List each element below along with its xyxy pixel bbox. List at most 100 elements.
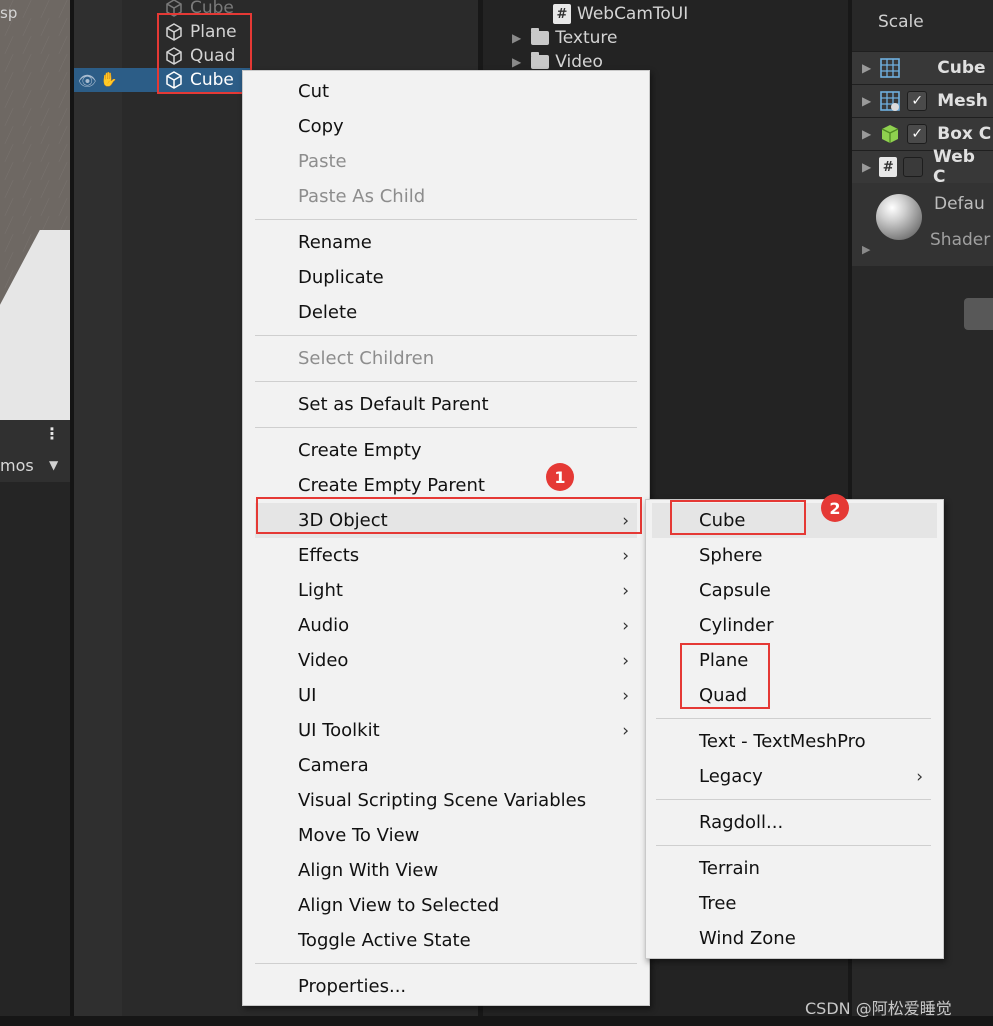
menu-item-create-empty[interactable]: Create Empty — [243, 433, 649, 468]
chevron-right-icon: › — [622, 650, 629, 671]
annotation-box-plane-quad — [680, 643, 770, 709]
component-enabled-checkbox[interactable]: ✓ — [907, 124, 928, 144]
chevron-right-icon: › — [622, 720, 629, 741]
menu-item-delete[interactable]: Delete — [243, 295, 649, 330]
csharp-script-icon: # — [553, 4, 571, 24]
caret-down-icon[interactable]: ▼ — [49, 458, 58, 472]
menu-item-ui[interactable]: UI › — [243, 678, 649, 713]
expand-arrow-icon[interactable]: ▶ — [862, 94, 871, 108]
menu-item-align-view-to-selected[interactable]: Align View to Selected — [243, 888, 649, 923]
menu-separator — [255, 219, 637, 220]
material-name: Defau — [934, 194, 985, 214]
gizmos-dropdown-label[interactable]: mos — [0, 456, 34, 475]
menu-item-label: Paste — [298, 151, 347, 172]
menu-item-audio[interactable]: Audio › — [243, 608, 649, 643]
chevron-right-icon: › — [916, 766, 923, 787]
menu-item-label: Select Children — [298, 348, 435, 369]
menu-item-cut[interactable]: Cut — [243, 74, 649, 109]
submenu-item-tree[interactable]: Tree — [646, 886, 943, 921]
menu-item-label: UI Toolkit — [298, 720, 380, 741]
menu-separator — [656, 845, 931, 846]
menu-item-video[interactable]: Video › — [243, 643, 649, 678]
submenu-item-terrain[interactable]: Terrain — [646, 851, 943, 886]
menu-item-duplicate[interactable]: Duplicate — [243, 260, 649, 295]
menu-item-paste-as-child: Paste As Child — [243, 179, 649, 214]
component-header[interactable]: ▶ ✓ Box C — [852, 117, 993, 150]
project-item-label: WebCamToUI — [577, 4, 689, 24]
component-header[interactable]: ▶ ✓ Mesh — [852, 84, 993, 117]
expand-arrow-icon[interactable]: ▶ — [512, 55, 521, 69]
component-label: Cube — [937, 58, 986, 78]
submenu-item-legacy[interactable]: Legacy › — [646, 759, 943, 794]
menu-item-label: Legacy — [699, 766, 763, 787]
csharp-script-icon: # — [879, 157, 898, 177]
menu-item-set-default-parent[interactable]: Set as Default Parent — [243, 387, 649, 422]
expand-arrow-icon[interactable]: ▶ — [862, 160, 871, 174]
pick-hand-icon[interactable]: ✋ — [100, 72, 117, 88]
submenu-item-wind-zone[interactable]: Wind Zone — [646, 921, 943, 956]
menu-item-camera[interactable]: Camera — [243, 748, 649, 783]
component-label: Mesh — [937, 91, 988, 111]
submenu-item-text-textmeshpro[interactable]: Text - TextMeshPro — [646, 724, 943, 759]
add-component-button[interactable] — [964, 298, 993, 330]
menu-item-label: Duplicate — [298, 267, 384, 288]
menu-item-light[interactable]: Light › — [243, 573, 649, 608]
menu-item-label: Text - TextMeshPro — [699, 731, 866, 752]
mesh-renderer-icon — [880, 91, 901, 111]
component-header[interactable]: ▶ Cube — [852, 51, 993, 84]
scene-title: sp — [0, 4, 18, 22]
submenu-item-capsule[interactable]: Capsule — [646, 573, 943, 608]
menu-item-label: Sphere — [699, 545, 763, 566]
scene-view[interactable] — [0, 0, 70, 420]
menu-item-toggle-active-state[interactable]: Toggle Active State — [243, 923, 649, 958]
submenu-3d-object: Cube Sphere Capsule Cylinder Plane Quad … — [645, 499, 944, 959]
expand-arrow-icon[interactable]: ▶ — [862, 61, 871, 75]
menu-item-ui-toolkit[interactable]: UI Toolkit › — [243, 713, 649, 748]
hierarchy-visibility-column — [74, 0, 122, 1026]
menu-item-copy[interactable]: Copy — [243, 109, 649, 144]
box-collider-icon — [881, 125, 899, 143]
expand-arrow-icon[interactable]: ▶ — [862, 127, 871, 141]
menu-item-label: Camera — [298, 755, 369, 776]
project-item[interactable]: ▶ Texture — [512, 26, 617, 50]
expand-arrow-icon[interactable]: ▶ — [512, 31, 521, 45]
menu-item-properties[interactable]: Properties... — [243, 969, 649, 1004]
scene-lower-panel — [0, 482, 70, 1026]
menu-item-move-to-view[interactable]: Move To View — [243, 818, 649, 853]
chevron-right-icon: › — [622, 545, 629, 566]
project-item-label: Texture — [555, 28, 618, 48]
menu-item-label: Copy — [298, 116, 344, 137]
menu-separator — [255, 963, 637, 964]
menu-item-visual-scripting-scene-variables[interactable]: Visual Scripting Scene Variables — [243, 783, 649, 818]
annotation-box-hierarchy — [157, 13, 252, 94]
annotation-box-cube — [670, 500, 806, 535]
scale-label: Scale — [878, 12, 924, 32]
menu-item-paste: Paste — [243, 144, 649, 179]
step-badge-2: 2 — [821, 494, 849, 522]
shader-label: Shader — [930, 230, 991, 250]
expand-arrow-icon[interactable]: ▶ — [862, 243, 870, 256]
component-enabled-checkbox[interactable] — [903, 157, 924, 177]
menu-separator — [656, 718, 931, 719]
component-header[interactable]: ▶ # Web C — [852, 147, 993, 187]
menu-item-label: Rename — [298, 232, 372, 253]
menu-item-label: Audio — [298, 615, 350, 636]
menu-item-label: UI — [298, 685, 317, 706]
submenu-item-ragdoll[interactable]: Ragdoll... — [646, 805, 943, 840]
menu-item-label: Properties... — [298, 976, 407, 997]
eye-icon[interactable]: 👁 — [78, 72, 97, 90]
submenu-item-cylinder[interactable]: Cylinder — [646, 608, 943, 643]
menu-item-label: Video — [298, 650, 349, 671]
material-sphere-icon — [876, 194, 922, 240]
menu-item-effects[interactable]: Effects › — [243, 538, 649, 573]
project-item[interactable]: # WebCamToUI — [553, 2, 688, 26]
menu-item-align-with-view[interactable]: Align With View — [243, 853, 649, 888]
vertical-dots-icon[interactable]: ⋮ — [44, 424, 60, 443]
submenu-item-sphere[interactable]: Sphere — [646, 538, 943, 573]
component-label: Box C — [937, 124, 992, 144]
menu-item-label: Toggle Active State — [298, 930, 471, 951]
component-enabled-checkbox[interactable]: ✓ — [907, 91, 928, 111]
component-label: Web C — [933, 147, 975, 187]
menu-item-rename[interactable]: Rename — [243, 225, 649, 260]
menu-item-label: Align View to Selected — [298, 895, 500, 916]
